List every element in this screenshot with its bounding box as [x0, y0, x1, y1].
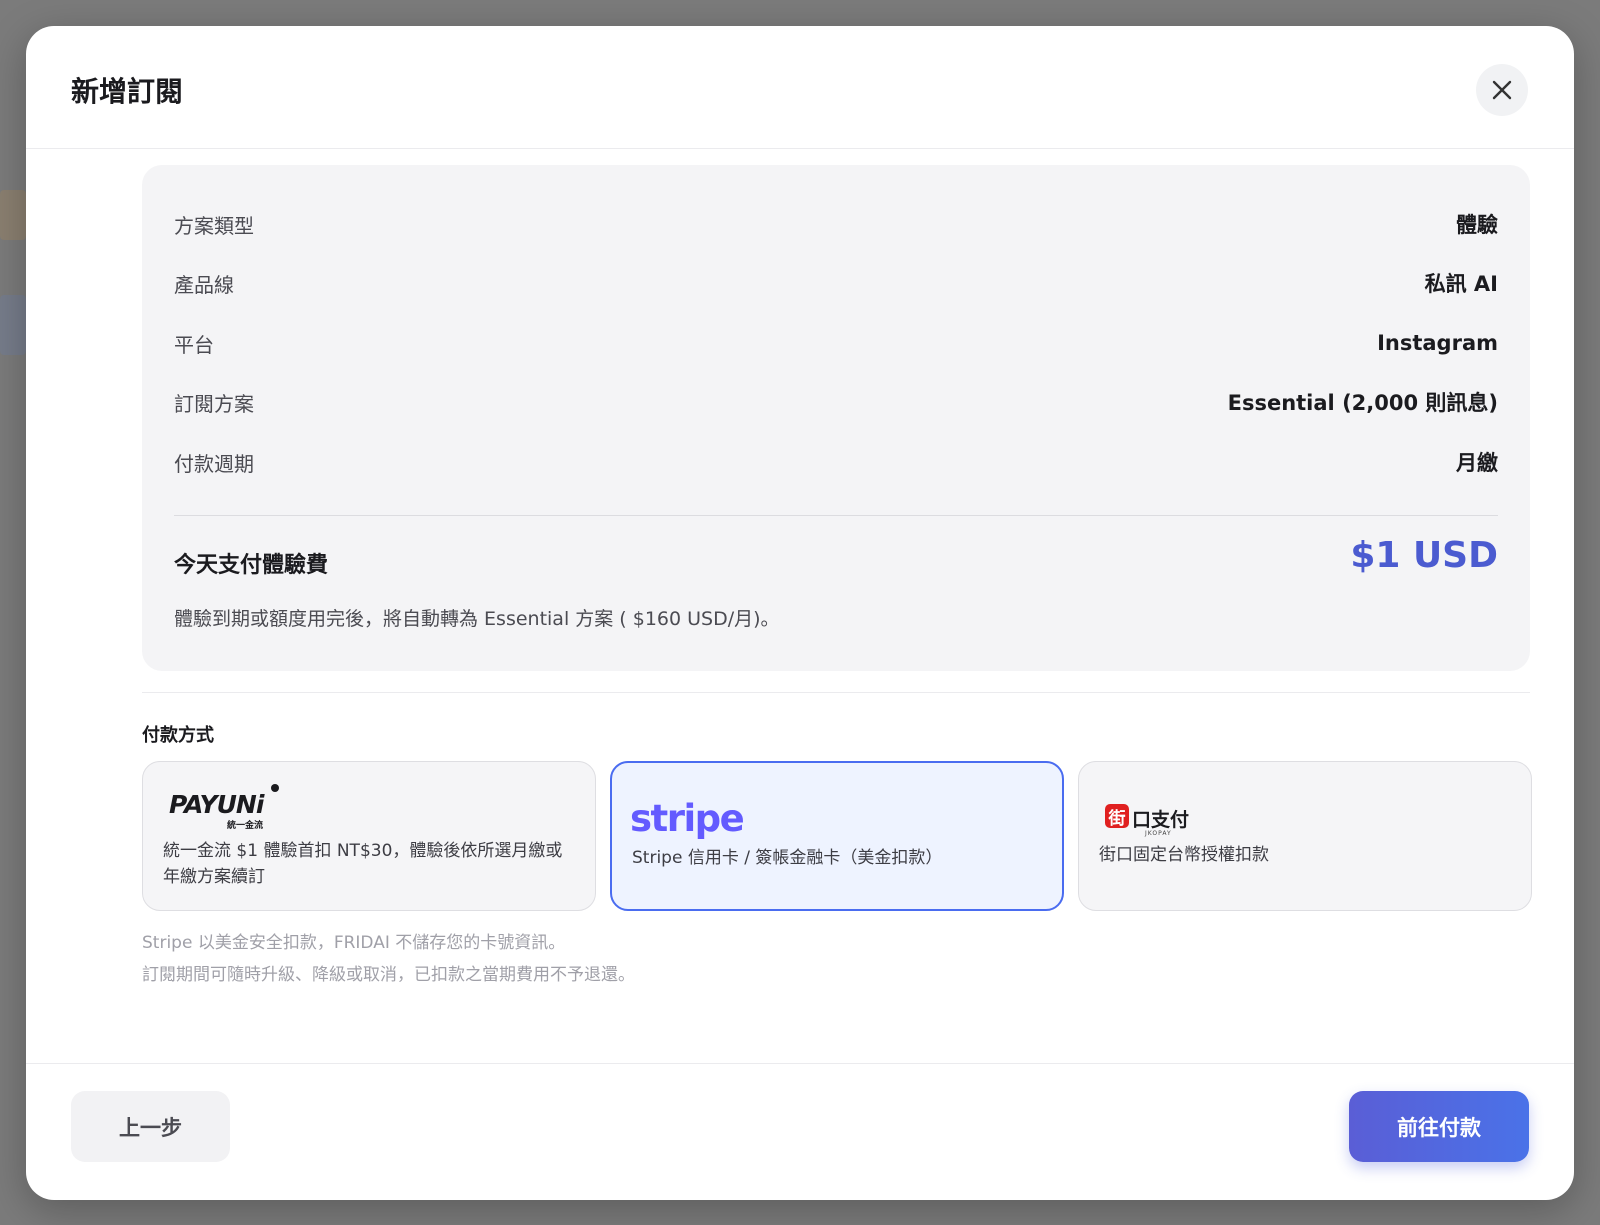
close-button[interactable] [1476, 64, 1528, 116]
summary-label: 訂閱方案 [174, 391, 254, 416]
back-button[interactable]: 上一步 [71, 1091, 230, 1162]
payuni-logo-text: PAYUNi [169, 790, 264, 819]
jkopay-logo-text: 口支付 [1132, 809, 1190, 831]
summary-value: 私訊 AI [1424, 272, 1498, 296]
modal-title: 新增訂閱 [71, 75, 184, 108]
payuni-logo-subtext: 統一金流 [227, 821, 264, 831]
stripe-logo: stripe [630, 797, 745, 840]
jkopay-logo-mark: 街 [1105, 804, 1129, 829]
today-payment-label: 今天支付體驗費 [174, 553, 329, 578]
today-payment-price: $1 USD [1350, 535, 1498, 576]
summary-divider [174, 515, 1498, 516]
summary-label: 方案類型 [174, 213, 254, 238]
summary-row-plan-type: 方案類型 體驗 [174, 209, 1498, 239]
close-icon [1492, 80, 1512, 100]
payment-option-desc: Stripe 信用卡 / 簽帳金融卡（美金扣款） [632, 848, 943, 868]
subscription-modal: 新增訂閱 方案類型 體驗 產品線 私訊 AI 平台 Instagram 訂閱方案… [26, 26, 1574, 1200]
payment-option-payuni[interactable]: PAYUNi 統一金流 統一金流 $1 體驗首扣 NT$30，體驗後依所選月繳或… [142, 761, 596, 911]
proceed-to-payment-button[interactable]: 前往付款 [1349, 1091, 1529, 1162]
section-divider [142, 692, 1530, 693]
trial-note: 體驗到期或額度用完後，將自動轉為 Essential 方案 ( $160 USD… [174, 608, 780, 630]
payment-option-stripe[interactable]: stripe Stripe 信用卡 / 簽帳金融卡（美金扣款） [610, 761, 1064, 911]
modal-header: 新增訂閱 [26, 26, 1574, 149]
payuni-logo-dot [271, 784, 279, 792]
background-hint [0, 190, 26, 240]
payuni-logo: PAYUNi 統一金流 [169, 784, 289, 831]
summary-value: 月繳 [1456, 451, 1498, 475]
summary-label: 產品線 [174, 272, 234, 297]
payment-option-desc: 街口固定台幣授權扣款 [1099, 845, 1269, 865]
payment-method-title: 付款方式 [142, 725, 214, 746]
jkopay-logo: 街 口支付 JKOPAY [1105, 802, 1205, 838]
summary-label: 平台 [174, 332, 214, 357]
jkopay-logo-subtext: JKOPAY [1145, 830, 1172, 837]
plan-summary: 方案類型 體驗 產品線 私訊 AI 平台 Instagram 訂閱方案 Esse… [142, 165, 1530, 671]
modal-footer: 上一步 前往付款 [26, 1063, 1574, 1200]
summary-value: 體驗 [1456, 213, 1498, 237]
payment-hint: Stripe 以美金安全扣款，FRIDAI 不儲存您的卡號資訊。 [142, 933, 566, 953]
summary-row-billing-cycle: 付款週期 月繳 [174, 447, 1498, 477]
summary-row-platform: 平台 Instagram [174, 328, 1498, 358]
payment-option-desc: 統一金流 $1 體驗首扣 NT$30，體驗後依所選月繳或年繳方案續訂 [163, 841, 563, 887]
background-hint [0, 295, 26, 355]
payment-option-jkopay[interactable]: 街 口支付 JKOPAY 街口固定台幣授權扣款 [1078, 761, 1532, 911]
summary-value: Essential (2,000 則訊息) [1227, 391, 1498, 415]
summary-value: Instagram [1377, 331, 1498, 355]
payment-hint: 訂閱期間可隨時升級、降級或取消，已扣款之當期費用不予退還。 [142, 965, 635, 985]
summary-label: 付款週期 [174, 451, 254, 476]
summary-row-subscription-plan: 訂閱方案 Essential (2,000 則訊息) [174, 387, 1498, 417]
summary-row-product-line: 產品線 私訊 AI [174, 268, 1498, 298]
